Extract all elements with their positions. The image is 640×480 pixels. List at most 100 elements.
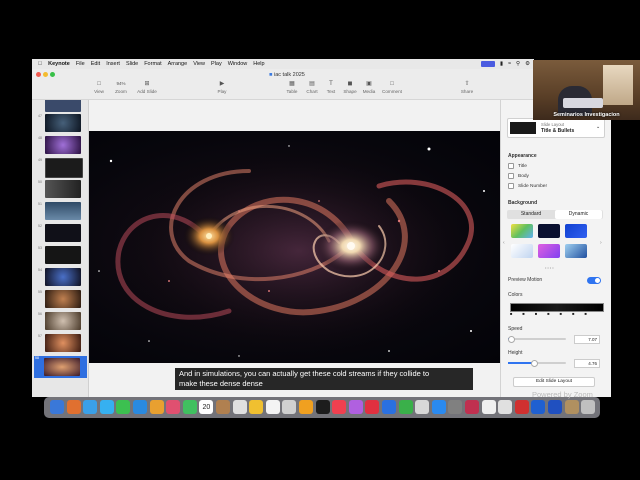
dock-app-icon[interactable]	[182, 400, 197, 414]
slide-thumbnail[interactable]: 56	[37, 312, 85, 330]
slide-canvas[interactable]	[89, 100, 500, 397]
battery-icon[interactable]: ▮	[500, 61, 503, 67]
slide-layout-selector[interactable]: Slide Layout Title & Bullets ⌄	[507, 118, 605, 138]
dock-app-icon[interactable]	[249, 400, 264, 414]
background-swatch[interactable]	[511, 224, 533, 238]
control-center-icon[interactable]: ⚙	[525, 61, 530, 67]
dock-app-icon[interactable]	[149, 400, 164, 414]
dock-app-icon[interactable]	[581, 400, 596, 414]
dock-app-icon[interactable]	[116, 400, 131, 414]
slide-thumbnail[interactable]: 50	[37, 180, 85, 198]
media-button[interactable]: ▣ Media	[358, 81, 380, 94]
dock-app-icon[interactable]	[99, 400, 114, 414]
search-icon[interactable]: ⚲	[516, 61, 520, 67]
dock-app-icon[interactable]	[265, 400, 280, 414]
slide-thumbnail[interactable]: 52	[37, 224, 85, 242]
play-button[interactable]: ▶ Play	[211, 81, 233, 94]
dock-app-icon[interactable]	[83, 400, 98, 414]
menu-slide[interactable]: Slide	[126, 61, 138, 67]
speed-field[interactable]: 7.07	[574, 335, 600, 344]
chevron-right-icon[interactable]: ›	[600, 240, 602, 246]
dock-app-icon[interactable]	[514, 400, 529, 414]
menu-format[interactable]: Format	[144, 61, 161, 67]
menu-arrange[interactable]: Arrange	[168, 61, 188, 67]
dock-app-icon[interactable]	[531, 400, 546, 414]
dock-app-icon[interactable]	[315, 400, 330, 414]
slide-thumbnail[interactable]: 51	[37, 202, 85, 220]
slide-thumbnail-selected[interactable]: 58	[34, 356, 87, 378]
dock-app-icon[interactable]	[431, 400, 446, 414]
dock-app-icon[interactable]	[332, 400, 347, 414]
menu-edit[interactable]: Edit	[91, 61, 100, 67]
menu-help[interactable]: Help	[253, 61, 264, 67]
title-checkbox[interactable]: Title	[508, 163, 527, 169]
background-swatch[interactable]	[565, 244, 587, 258]
dock-app-icon[interactable]	[448, 400, 463, 414]
menu-view[interactable]: View	[193, 61, 205, 67]
background-swatch[interactable]	[538, 244, 560, 258]
tab-standard[interactable]: Standard	[507, 211, 555, 217]
slide-thumbnail[interactable]: 55	[37, 290, 85, 308]
slide-navigator[interactable]: 47 48 49 50 51 52 53 54 55 56 57 58	[32, 100, 89, 397]
dock-app-icon[interactable]	[564, 400, 579, 414]
view-button[interactable]: □ View	[88, 81, 110, 94]
preview-motion-toggle[interactable]	[587, 277, 601, 284]
comment-button[interactable]: □ Comment	[381, 81, 403, 94]
dock-app-icon[interactable]	[498, 400, 513, 414]
dock-app-icon[interactable]	[133, 400, 147, 414]
slide-thumbnail[interactable]: 54	[37, 268, 85, 286]
body-checkbox[interactable]: Body	[508, 173, 529, 179]
dock-app-icon[interactable]	[548, 400, 562, 414]
close-icon[interactable]	[36, 72, 41, 77]
dock: 20	[44, 397, 600, 418]
fullscreen-icon[interactable]	[50, 72, 55, 77]
zoom-share-icon[interactable]	[480, 61, 495, 67]
dock-app-icon[interactable]	[465, 400, 479, 414]
wifi-icon[interactable]: ≈	[508, 61, 511, 67]
apple-icon[interactable]: 	[38, 61, 42, 67]
edit-slide-layout-button[interactable]: Edit Slide Layout	[513, 377, 595, 387]
menu-play[interactable]: Play	[211, 61, 222, 67]
dock-app-icon[interactable]	[282, 400, 297, 414]
dock-app-icon[interactable]	[415, 400, 430, 414]
dock-app-icon[interactable]	[348, 400, 363, 414]
slide-thumbnail[interactable]: 49	[37, 158, 85, 178]
share-button[interactable]: ⇧ Share	[456, 81, 478, 94]
table-button[interactable]: ▦ Table	[281, 81, 303, 94]
dock-app-icon[interactable]	[66, 400, 81, 414]
chevron-left-icon[interactable]: ‹	[503, 240, 505, 246]
add-slide-button[interactable]: ⊞ Add Slide	[136, 81, 158, 94]
dock-app-icon[interactable]	[299, 400, 313, 414]
dock-app-icon[interactable]	[166, 400, 181, 414]
zoom-button[interactable]: 94% Zoom	[110, 81, 132, 94]
menu-insert[interactable]: Insert	[106, 61, 120, 67]
slide-thumbnail[interactable]: 57	[37, 334, 85, 352]
minimize-icon[interactable]	[43, 72, 48, 77]
slide-thumbnail[interactable]: 47	[37, 114, 85, 132]
slide-thumbnail[interactable]	[37, 100, 85, 112]
background-swatch[interactable]	[538, 224, 560, 238]
slider-knob[interactable]	[531, 360, 539, 367]
menu-window[interactable]: Window	[228, 61, 248, 67]
menu-file[interactable]: File	[76, 61, 85, 67]
slider-knob[interactable]	[507, 336, 515, 343]
dock-app-icon[interactable]	[365, 400, 380, 414]
height-slider[interactable]	[508, 360, 566, 367]
dock-app-icon[interactable]	[382, 400, 396, 414]
dock-app-icon[interactable]	[216, 400, 230, 414]
menu-app[interactable]: Keynote	[48, 61, 70, 67]
tab-dynamic[interactable]: Dynamic	[555, 210, 602, 219]
slide-thumbnail[interactable]: 48	[37, 136, 85, 154]
speed-slider[interactable]	[507, 336, 566, 343]
height-field[interactable]: 4.76	[574, 359, 600, 368]
background-swatch[interactable]	[565, 224, 587, 238]
dock-app-icon[interactable]	[398, 400, 413, 414]
dock-app-icon[interactable]	[50, 400, 64, 414]
slide-number-checkbox[interactable]: Slide Number	[508, 183, 547, 189]
slide-thumbnail[interactable]: 53	[37, 246, 85, 264]
galaxy-image[interactable]	[89, 131, 500, 363]
dock-app-icon[interactable]	[232, 400, 247, 414]
dock-app-icon[interactable]: 20	[199, 400, 214, 414]
background-swatch[interactable]	[511, 244, 533, 258]
dock-app-icon[interactable]	[481, 400, 496, 414]
